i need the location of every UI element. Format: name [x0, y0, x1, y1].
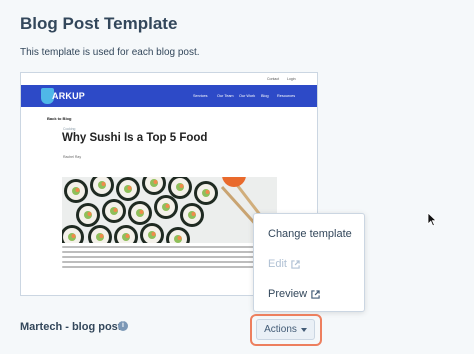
post-category: Cooking — [63, 127, 76, 131]
menu-item-edit: Edit — [268, 258, 300, 270]
menu-item-label: Change template — [268, 228, 352, 240]
nav-item-services[interactable]: Services — [193, 94, 208, 98]
caret-down-icon — [300, 327, 307, 332]
page-title: Blog Post Template — [20, 14, 178, 33]
logo-text: ARKUP — [52, 91, 86, 101]
back-to-blog-link[interactable]: Back to Blog — [47, 116, 71, 121]
actions-button-label: Actions — [264, 324, 297, 335]
nav-item-our-work[interactable]: Our Work — [239, 94, 255, 98]
nav-item-blog[interactable]: Blog — [261, 94, 269, 98]
menu-item-label: Preview — [268, 288, 308, 300]
post-title: Why Sushi Is a Top 5 Food — [62, 132, 208, 144]
external-link-icon — [311, 289, 320, 299]
page-description: This template is used for each blog post… — [20, 47, 200, 58]
site-nav-bar: ARKUP Services Our Team Our Work Blog Re… — [21, 85, 317, 107]
utility-bar: Contact Login — [21, 73, 317, 85]
utility-link-login[interactable]: Login — [287, 77, 296, 81]
menu-item-label: Edit — [268, 258, 287, 270]
post-body-text — [62, 246, 277, 271]
menu-item-preview[interactable]: Preview — [268, 288, 320, 300]
template-name: Martech - blog post — [20, 321, 122, 333]
actions-button[interactable]: Actions — [256, 319, 315, 340]
info-icon[interactable]: i — [118, 321, 128, 331]
actions-button-highlight: Actions — [250, 314, 322, 346]
actions-dropdown-menu: Change template Edit Preview — [253, 213, 365, 312]
nav-item-our-team[interactable]: Our Team — [217, 94, 234, 98]
mouse-cursor-icon — [427, 212, 437, 227]
external-link-icon — [291, 259, 300, 269]
nav-item-resources[interactable]: Resources — [277, 94, 295, 98]
utility-link-contact[interactable]: Contact — [267, 77, 279, 81]
menu-item-change-template[interactable]: Change template — [268, 228, 352, 240]
post-author: Rachel Ray — [63, 155, 82, 159]
hero-image — [62, 177, 277, 243]
